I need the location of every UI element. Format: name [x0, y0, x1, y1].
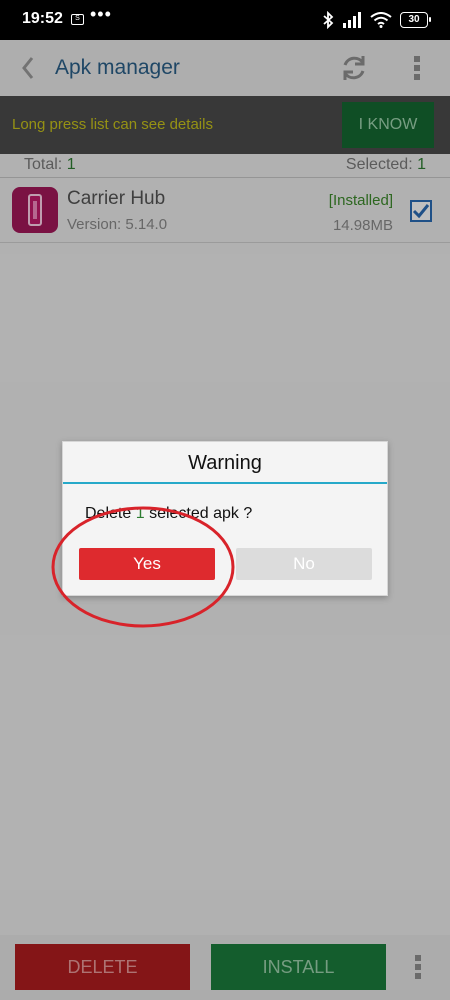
annotation-circle: [51, 506, 235, 628]
wifi-icon: [370, 12, 392, 28]
signal-icon: [343, 12, 361, 28]
battery-icon: 30: [400, 12, 431, 28]
notification-dots: •••: [90, 4, 112, 24]
status-time: 19:52: [22, 10, 63, 27]
status-icons: 30: [322, 10, 431, 30]
sim-icon: S: [71, 14, 84, 25]
status-bar: 19:52 S ••• 30: [0, 0, 450, 40]
bluetooth-icon: [323, 11, 334, 29]
no-button[interactable]: No: [236, 548, 372, 580]
dialog-title: Warning: [63, 442, 387, 484]
